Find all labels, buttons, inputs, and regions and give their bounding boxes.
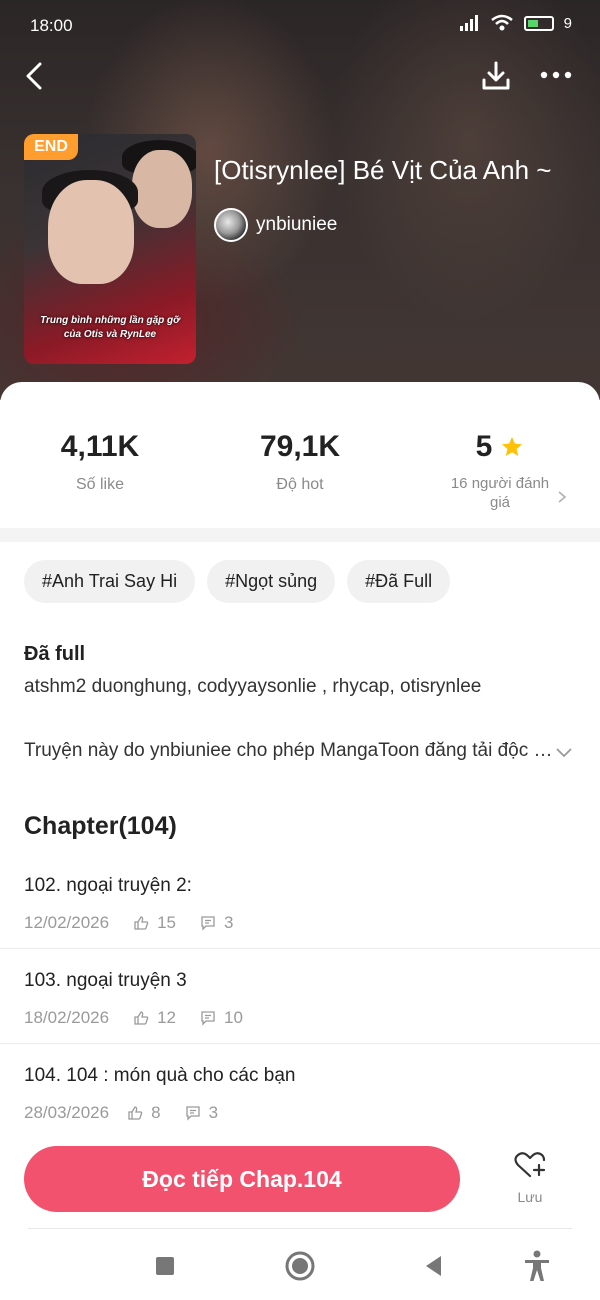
tag-list: #Anh Trai Say Hi #Ngọt sủng #Đã Full	[24, 560, 451, 603]
continue-reading-button[interactable]: Đọc tiếp Chap.104	[24, 1146, 460, 1212]
tag-chip[interactable]: #Đã Full	[347, 560, 451, 603]
more-dots-icon	[540, 71, 572, 79]
save-label: Lưu	[517, 1189, 543, 1205]
recent-apps-button[interactable]	[147, 1248, 183, 1284]
chapter-comments: 3	[224, 913, 234, 932]
author-name: ynbiuniee	[256, 214, 338, 235]
comment-icon	[201, 1011, 215, 1026]
end-badge: END	[24, 134, 78, 160]
manga-title: [Otisrynlee] Bé Vịt Của Anh ~	[214, 155, 552, 185]
heart-add-icon	[514, 1152, 546, 1178]
chapter-title: 102. ngoại truyện 2:	[24, 875, 192, 896]
thumbs-up-icon	[128, 1106, 143, 1120]
chapter-row[interactable]: 103. ngoại truyện 3 18/02/2026 12 10	[0, 970, 600, 1065]
chapter-count-header: Chapter(104)	[24, 812, 177, 840]
chevron-right-icon	[558, 491, 567, 503]
chapter-row[interactable]: 102. ngoại truyện 2: 12/02/2026 15 3	[0, 875, 600, 970]
home-button[interactable]	[282, 1248, 318, 1284]
square-icon	[156, 1257, 174, 1275]
status-bar: 18:00 9	[0, 12, 600, 42]
system-back-button[interactable]	[416, 1248, 452, 1284]
description-notice[interactable]: Truyện này do ynbiuniee cho phép MangaTo…	[24, 740, 554, 762]
chapter-likes: 12	[157, 1008, 177, 1027]
triangle-back-icon	[426, 1256, 441, 1276]
description-authors: atshm2 duonghung, codyyaysonlie , rhycap…	[24, 676, 482, 697]
hot-value: 79,1K	[259, 430, 341, 463]
battery-icon	[523, 15, 554, 31]
chapter-date: 28/03/2026	[24, 1103, 110, 1122]
section-divider	[0, 528, 600, 542]
back-button[interactable]	[18, 58, 54, 94]
rating-label: 16 người đánh giá	[450, 475, 550, 511]
description-status: Đã full	[24, 643, 86, 665]
tag-chip[interactable]: #Anh Trai Say Hi	[24, 560, 196, 603]
author-link[interactable]: ynbiuniee	[214, 208, 337, 242]
chapter-date: 18/02/2026	[24, 1008, 110, 1027]
circle-icon	[285, 1251, 315, 1281]
author-avatar	[214, 208, 248, 242]
stats-row: 4,11K Số like 79,1K Độ hot 5 16 người đá…	[0, 430, 600, 520]
chapter-likes: 15	[157, 913, 177, 932]
chapter-title: 103. ngoại truyện 3	[24, 970, 187, 991]
row-divider	[0, 948, 600, 949]
chapter-date: 12/02/2026	[24, 913, 110, 932]
likes-value: 4,11K	[60, 430, 140, 463]
tag-chip[interactable]: #Ngọt sủng	[207, 560, 336, 603]
thumbs-up-icon	[134, 916, 149, 930]
back-arrow-icon	[26, 62, 42, 90]
row-divider	[0, 1043, 600, 1044]
accessibility-icon	[525, 1250, 549, 1281]
more-options-button[interactable]	[536, 62, 576, 90]
thumbs-up-icon	[134, 1011, 149, 1025]
hot-label: Độ hot	[276, 476, 324, 493]
wifi-icon	[490, 14, 513, 31]
divider	[28, 1228, 572, 1229]
battery-percent: 9	[563, 14, 572, 32]
chevron-down-icon[interactable]	[554, 742, 574, 762]
chapter-likes: 8	[151, 1103, 161, 1122]
cover-caption: Trung bình những lần gặp gỡ của Otis và …	[40, 315, 180, 340]
cover-image[interactable]: Trung bình những lần gặp gỡ của Otis và …	[24, 134, 196, 364]
save-button[interactable]: Lưu	[500, 1150, 560, 1214]
signal-icon	[459, 15, 478, 31]
comment-icon	[185, 1106, 200, 1121]
stat-rating[interactable]: 5 16 người đánh giá	[400, 430, 600, 512]
stat-hot: 79,1K Độ hot	[200, 430, 400, 494]
system-navigation-bar	[0, 1230, 600, 1300]
stat-likes: 4,11K Số like	[0, 430, 200, 494]
chapter-comments: 3	[208, 1103, 219, 1122]
chapter-title: 104. 104 : món quà cho các bạn	[24, 1065, 296, 1086]
rating-value: 5	[475, 430, 493, 463]
download-button[interactable]	[478, 58, 514, 94]
accessibility-button[interactable]	[519, 1248, 555, 1284]
likes-label: Số like	[75, 476, 125, 493]
chapter-comments: 10	[224, 1008, 243, 1027]
download-icon	[482, 61, 510, 90]
comment-icon	[201, 916, 215, 931]
status-time: 18:00	[30, 16, 73, 35]
star-icon	[502, 437, 523, 456]
